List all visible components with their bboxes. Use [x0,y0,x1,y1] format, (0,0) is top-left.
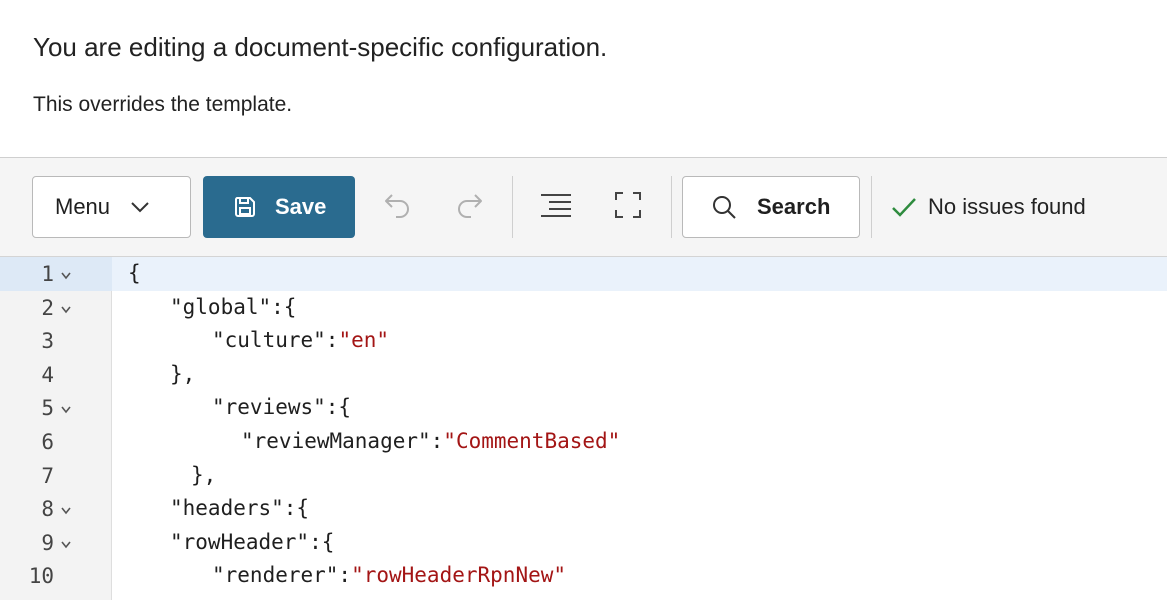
code-line[interactable]: 5 "reviews":{ [0,391,1167,425]
validation-status: No issues found [890,176,1086,238]
gutter-cell: 5 [0,391,112,425]
format-icon [539,192,573,223]
code-line[interactable]: 4}, [0,358,1167,392]
json-key: "rowHeader":{ [170,529,335,554]
code-line[interactable]: 8 "headers":{ [0,492,1167,526]
fold-chevron-icon[interactable] [60,299,72,315]
code-text: "rowHeader":{ [170,530,334,554]
code-text: { [128,261,141,285]
gutter-cell: 3 [0,324,112,358]
code-line[interactable]: 2 "global":{ [0,291,1167,325]
code-line[interactable]: 1{ [0,257,1167,291]
json-key: }, [170,361,196,386]
menu-button-label: Menu [55,194,111,219]
redo-icon [454,190,484,225]
page-title: You are editing a document-specific conf… [33,32,608,62]
fold-chevron-icon[interactable] [60,399,72,415]
line-number: 8 [41,497,54,522]
gutter-cell: 1 [0,257,112,291]
code-editor[interactable]: 1{2 "global":{3 "culture":"en" 4}, 5 "reviews… [0,257,1167,600]
code-text: "renderer":"rowHeaderRpnNew" [212,563,566,587]
format-button[interactable] [534,185,578,229]
gutter-cell: 7 [0,459,112,493]
code-text: }, [191,463,216,487]
json-key: "global":{ [170,294,297,319]
save-button[interactable]: Save [203,176,355,238]
search-icon [711,194,737,220]
json-key: "headers":{ [170,496,310,521]
status-text: No issues found [928,194,1086,219]
json-key: }, [191,462,217,487]
config-header: You are editing a document-specific conf… [0,0,1167,158]
line-number: 5 [41,396,54,421]
line-number: 1 [41,262,54,286]
gutter-cell: 8 [0,492,112,526]
json-key: "culture": [212,328,339,353]
code-text: "global":{ [170,295,296,319]
line-number: 4 [41,362,54,387]
code-line[interactable]: 7}, [0,459,1167,493]
undo-icon [383,190,413,225]
editor-toolbar: Menu Save Search No issues found [0,158,1167,256]
line-number: 2 [41,295,54,320]
fold-chevron-icon[interactable] [60,265,72,281]
json-string-value: "CommentBased" [443,429,621,453]
json-string-value: "en" [338,328,390,353]
fold-chevron-icon[interactable] [60,500,72,516]
search-button[interactable]: Search [682,176,860,238]
gutter-cell: 6 [0,425,112,459]
search-button-label: Search [757,194,831,219]
fullscreen-icon [613,190,643,225]
save-icon [233,195,257,219]
code-text: }, [170,362,195,386]
fullscreen-button[interactable] [606,185,650,229]
line-number: 6 [41,430,54,454]
menu-button[interactable]: Menu [32,176,191,238]
gutter-cell: 10 [0,559,112,593]
code-line[interactable]: 3 "culture":"en" [0,324,1167,358]
code-line[interactable]: 10 "renderer":"rowHeaderRpnNew" [0,559,1167,593]
save-button-label: Save [275,194,327,219]
line-number: 3 [41,329,54,354]
line-number: 10 [28,564,54,589]
json-key: "reviewManager": [241,429,444,453]
json-key: "reviews":{ [212,395,352,420]
gutter-cell: 4 [0,358,112,392]
toolbar-separator [512,176,513,238]
toolbar-separator [671,176,672,238]
gutter-cell: 2 [0,291,112,325]
line-number: 7 [41,463,54,488]
json-key: { [128,261,141,285]
json-key: "renderer": [212,563,352,588]
code-text: "culture":"en" [212,328,389,352]
page-subtitle: This overrides the template. [33,93,293,116]
code-line[interactable]: 9 "rowHeader":{ [0,526,1167,560]
line-number: 9 [41,530,54,555]
redo-button[interactable] [447,185,491,229]
gutter-cell: 9 [0,526,112,560]
code-text: "reviews":{ [212,395,351,419]
code-text: "headers":{ [170,496,309,520]
fold-chevron-icon[interactable] [60,534,72,550]
code-line[interactable]: 6 "reviewManager":"CommentBased" [0,425,1167,459]
undo-button[interactable] [376,185,420,229]
json-string-value: "rowHeaderRpnNew" [351,563,567,588]
code-text: "reviewManager":"CommentBased" [241,429,620,453]
check-icon [890,195,918,219]
toolbar-separator [871,176,872,238]
chevron-down-icon [130,201,150,213]
